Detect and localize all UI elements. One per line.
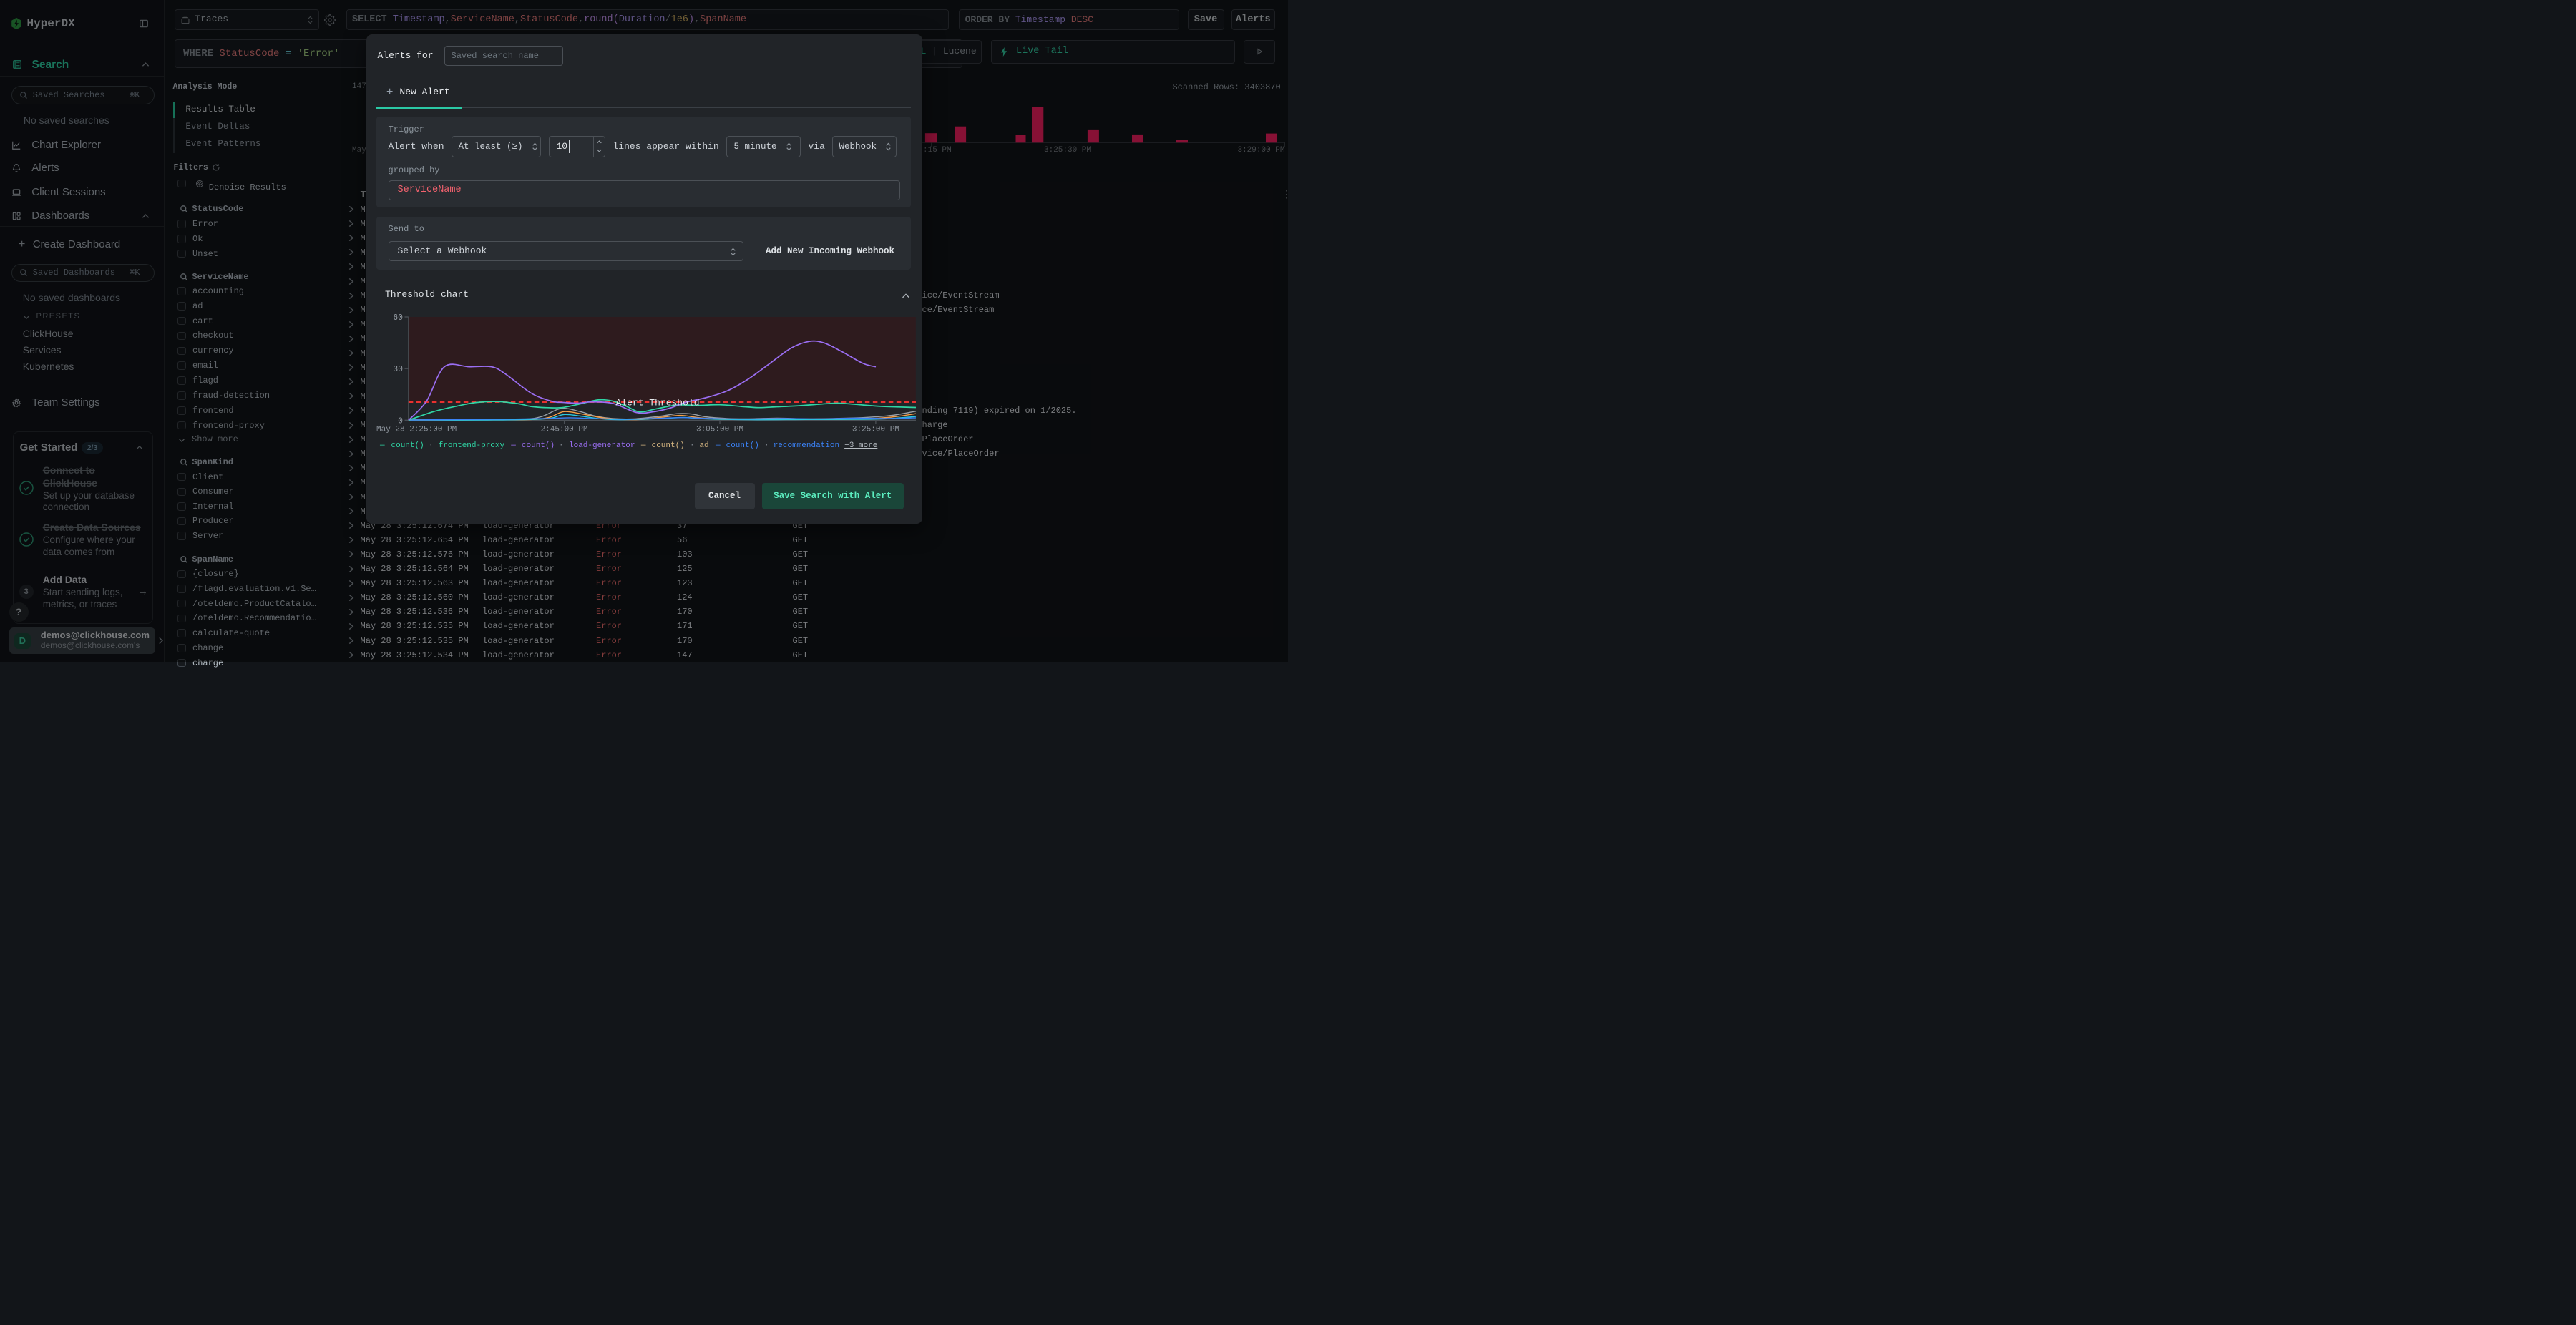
- svg-text:Alert Threshold: Alert Threshold: [615, 398, 699, 409]
- svg-text:0: 0: [398, 416, 403, 426]
- svg-text:30: 30: [393, 365, 403, 374]
- svg-text:3:25:00 PM: 3:25:00 PM: [852, 426, 899, 434]
- svg-text:3:05:00 PM: 3:05:00 PM: [696, 426, 743, 434]
- svg-text:60: 60: [393, 313, 403, 323]
- svg-text:2:45:00 PM: 2:45:00 PM: [541, 426, 588, 434]
- svg-text:May 28 2:25:00 PM: May 28 2:25:00 PM: [376, 426, 457, 434]
